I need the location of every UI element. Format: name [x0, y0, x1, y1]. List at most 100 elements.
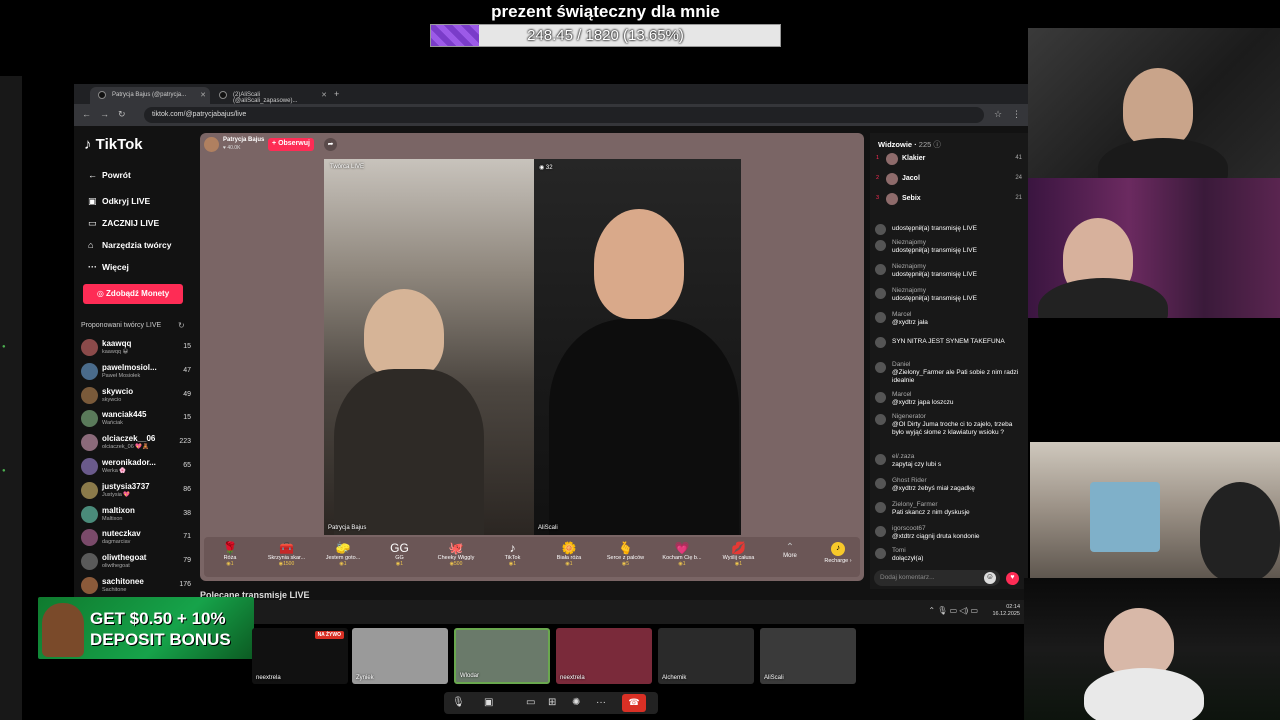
address-bar[interactable]: tiktok.com/@patrycjabajus/live	[144, 107, 984, 123]
follow-button[interactable]: + Obserwuj	[268, 138, 314, 151]
comment-input[interactable]: Dodaj komentarz...	[874, 570, 1000, 586]
chevron-up-icon: ⌃	[785, 542, 795, 553]
top-viewer[interactable]: 1 Klakier 41	[874, 153, 1022, 167]
video-panel-host[interactable]: Twórca LIVE Patrycja Bajus	[324, 159, 534, 535]
camera-icon: ▭	[88, 218, 97, 228]
microphone-icon[interactable]: 🎙	[452, 697, 465, 708]
viewer-score: 24	[1015, 175, 1022, 181]
call-participant-tile[interactable]: Alchemik	[658, 628, 754, 684]
tab-tiktok-aliscali[interactable]: (2)AliScali (@aliScali_zapasowe)... ✕	[211, 87, 331, 104]
nav-start-live[interactable]: ▭ ZACZNIJ LIVE	[88, 218, 159, 229]
gift-item[interactable]: 💋 Wyślij całusa ◉1	[713, 541, 765, 567]
person-shape	[1098, 138, 1228, 178]
avatar	[204, 137, 219, 152]
tray-icons[interactable]: ⌃ 🎙 ▭ ◁) ▭	[928, 606, 978, 615]
nav-more[interactable]: ··· Więcej	[88, 262, 129, 272]
chat-username[interactable]: Daniel	[892, 361, 910, 368]
suggested-creator[interactable]: pawelmosiol... Paweł Mosiołek 47	[81, 362, 191, 384]
gift-item[interactable]: GG GG ◉1	[374, 541, 426, 567]
chat-username[interactable]: Nieznajomy	[892, 263, 926, 270]
chat-username[interactable]: Marcel	[892, 391, 912, 398]
more-options-icon[interactable]: ···	[596, 697, 606, 708]
close-icon[interactable]: ✕	[200, 91, 206, 99]
avatar	[81, 434, 98, 452]
screen-share-icon[interactable]: ▭	[526, 697, 535, 708]
suggested-creator[interactable]: maltixon Maltixon 38	[81, 505, 191, 527]
back-arrow-icon[interactable]: ←	[82, 109, 91, 119]
gift-item[interactable]: 🧰 Skrzynia skar... ◉1500	[261, 541, 313, 567]
suggested-creator[interactable]: sachitonee Sachitone 176	[81, 576, 191, 598]
chat-username[interactable]: Ghost Rider	[892, 477, 927, 484]
gift-item[interactable]: 🫰 Serce z palców ◉5	[600, 541, 652, 567]
video-panel-guest[interactable]: ◉ 32 AliScali	[534, 159, 741, 535]
forward-arrow-icon[interactable]: →	[100, 109, 109, 119]
creator-name: weronikador...	[102, 458, 156, 467]
tiktok-logo[interactable]: ♪ TikTok	[84, 136, 143, 153]
nav-creator-tools[interactable]: ⌂ Narzędzia twórcy	[88, 240, 171, 250]
avatar	[875, 414, 886, 425]
score-value: 32	[545, 165, 553, 171]
suggested-creator[interactable]: oliwthegoat oliwthegoat 79	[81, 552, 191, 574]
share-icon[interactable]: ➦	[324, 138, 337, 151]
camera-off-icon[interactable]: ▣	[484, 697, 493, 708]
suggested-creator[interactable]: wanciak445 Wańciak 15	[81, 409, 191, 431]
coin-icon: ◎	[96, 289, 104, 298]
gift-item[interactable]: 🐙 Cheeky Wiggly ◉500	[430, 541, 482, 567]
gift-item[interactable]: ♪ TikTok ◉1	[487, 541, 539, 567]
viewer-rank: 1	[876, 155, 880, 161]
creator-subname: olciaczek_06 💖🧸	[102, 444, 150, 451]
heart-icon[interactable]: ♥	[1006, 572, 1019, 585]
top-viewer[interactable]: 3 Sebix 21	[874, 193, 1022, 207]
call-participant-tile[interactable]: AliScali	[760, 628, 856, 684]
reload-icon[interactable]: ↻	[118, 109, 126, 120]
gift-item[interactable]: 💗 Kocham Cię b... ◉1	[656, 541, 708, 567]
chat-username[interactable]: Tomi	[892, 547, 906, 554]
chat-username[interactable]: Nieznajomy	[892, 287, 926, 294]
nav-back[interactable]: ← Powrót	[88, 170, 131, 180]
call-participant-tile[interactable]: neextrela	[556, 628, 652, 684]
chat-username[interactable]: Nieznajomy	[892, 239, 926, 246]
suggested-creator[interactable]: olciaczek__06 olciaczek_06 💖🧸 223	[81, 433, 191, 455]
plus-icon[interactable]: +	[334, 89, 339, 99]
get-coins-button[interactable]: ◎ Zdobądź Monety	[83, 284, 183, 304]
more-gifts-button[interactable]: ⌃ More	[776, 542, 804, 559]
deposit-bonus-ad[interactable]: GET $0.50 + 10% DEPOSIT BONUS	[38, 597, 254, 659]
chat-username[interactable]: el/.zaza	[892, 453, 914, 460]
nav-discover-live[interactable]: ▣ Odkryj LIVE	[88, 196, 150, 207]
avatar	[875, 337, 886, 348]
chat-text: udostępnił(a) transmisję LIVE	[892, 225, 977, 232]
live-stage: Patrycja Bajus ♥ 40.0K + Obserwuj ➦ Twór…	[200, 133, 864, 581]
chat-username[interactable]: Marcel	[892, 311, 912, 318]
call-participant-tile[interactable]: Wlodar	[454, 628, 550, 684]
suggested-creator[interactable]: nuteczkav dagmarciav 71	[81, 528, 191, 550]
call-participant-tile[interactable]: neextrela NA ŻYWO	[252, 628, 348, 684]
star-icon[interactable]: ☆	[994, 109, 1002, 120]
end-call-button[interactable]: ☎	[622, 694, 646, 712]
emoji-icon[interactable]: ☺	[984, 572, 996, 584]
recharge-button[interactable]: ♪ Recharge ›	[818, 542, 858, 564]
creator-subname: Maltixon	[102, 515, 123, 522]
call-participant-tile[interactable]: Zyniek	[352, 628, 448, 684]
viewer-score: 21	[1015, 195, 1022, 201]
activities-icon[interactable]: ⊞	[548, 697, 556, 708]
goal-progress-bar: 248.45 / 1820 (13.65%)	[430, 24, 781, 47]
menu-dots-icon[interactable]: ⋮	[1012, 109, 1021, 120]
chat-username[interactable]: igorscoot67	[892, 525, 926, 532]
chat-username[interactable]: Zielony_Farmer	[892, 501, 938, 508]
suggested-creator[interactable]: weronikador... Werka 🌸 65	[81, 457, 191, 479]
refresh-icon[interactable]: ↻	[178, 321, 185, 330]
chat-username[interactable]: Nigenerator	[892, 413, 926, 420]
close-icon[interactable]: ✕	[321, 91, 327, 99]
soundboard-icon[interactable]: ✺	[572, 697, 580, 708]
gift-item[interactable]: 🧽 Jestem goto... ◉1	[317, 541, 369, 567]
suggested-creator[interactable]: skywcio skywcio 49	[81, 386, 191, 408]
suggested-creator[interactable]: kaawqq kaawqq 😀 15	[81, 338, 191, 360]
gift-item[interactable]: 🌹 Róża ◉1	[204, 541, 256, 567]
creator-viewer-count: 71	[183, 533, 191, 541]
suggested-creator[interactable]: justysia3737 Justysia 💖 86	[81, 481, 191, 503]
gift-item[interactable]: 🌼 Biała róża ◉1	[543, 541, 595, 567]
gift-price: ◉1	[395, 561, 404, 567]
clock[interactable]: 02:14 16.12.2025	[992, 604, 1020, 618]
top-viewer[interactable]: 2 Jacol 24	[874, 173, 1022, 187]
tab-tiktok-patrycja[interactable]: Patrycja Bajus (@patrycja... ✕	[90, 87, 210, 104]
